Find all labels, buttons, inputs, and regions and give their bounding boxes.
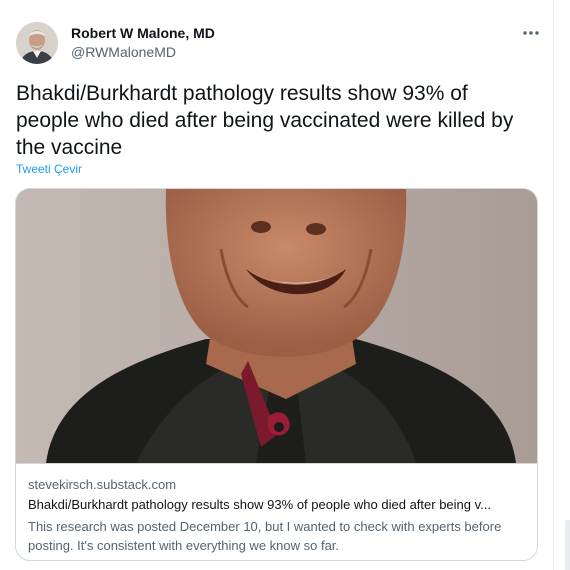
timeline-border — [553, 0, 554, 570]
card-body[interactable]: stevekirsch.substack.com Bhakdi/Burkhard… — [16, 463, 537, 560]
card-description: This research was posted December 10, bu… — [28, 519, 502, 553]
adjacent-panel-edge — [565, 520, 570, 570]
tweet-text: Bhakdi/Burkhardt pathology results show … — [16, 82, 514, 159]
link-preview-card[interactable]: stevekirsch.substack.com Bhakdi/Burkhard… — [15, 188, 538, 561]
translate-tweet-link[interactable]: Tweeti Çevir — [16, 162, 82, 176]
article-preview-photo-icon — [16, 189, 537, 463]
author-avatar[interactable] — [16, 22, 58, 64]
author-name[interactable]: Robert W Malone, MD — [71, 25, 215, 41]
card-domain: stevekirsch.substack.com — [28, 477, 177, 492]
card-image[interactable] — [16, 189, 537, 463]
more-horizontal-icon — [523, 31, 539, 35]
tweet-view: Robert W Malone, MD @RWMaloneMD Bhakdi/B… — [0, 0, 570, 570]
card-title: Bhakdi/Burkhardt pathology results show … — [28, 497, 491, 512]
author-handle[interactable]: @RWMaloneMD — [71, 44, 176, 60]
user-avatar-photo-icon — [16, 22, 58, 64]
more-options-button[interactable] — [515, 22, 547, 44]
